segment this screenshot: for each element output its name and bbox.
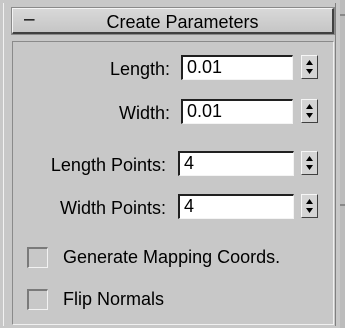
spinner-arrows-icon [306, 60, 313, 74]
length-input[interactable]: 0.01 [181, 55, 293, 80]
param-row-width: Width: [13, 98, 170, 128]
param-row-length: Length: [13, 54, 170, 84]
length-points-spinner[interactable] [301, 151, 318, 175]
param-row-width-points: Width Points: [13, 193, 166, 223]
generate-mapping-coords-label: Generate Mapping Coords. [63, 247, 281, 267]
length-points-label: Length Points: [50, 155, 166, 175]
width-points-spinner[interactable] [301, 194, 318, 218]
generate-mapping-coords-option[interactable]: Generate Mapping Coords. [27, 247, 327, 273]
flip-normals-label: Flip Normals [63, 289, 165, 309]
length-label: Length: [109, 59, 170, 79]
width-label: Width: [118, 103, 170, 123]
length-spinner[interactable] [301, 55, 318, 79]
scroll-tick [340, 14, 345, 16]
rollout-title: Create Parameters [106, 12, 259, 32]
scroll-tick [340, 204, 345, 206]
width-points-input[interactable]: 4 [178, 194, 294, 219]
parameters-group: Length: 0.01 Width: 0.01 Length Points: … [12, 41, 334, 325]
spinner-arrows-icon [306, 104, 313, 118]
width-input[interactable]: 0.01 [181, 99, 293, 124]
spinner-arrows-icon [306, 156, 313, 170]
rollout-panel: – Create Parameters Length: 0.01 Width: … [3, 3, 336, 326]
rollout-header[interactable]: – Create Parameters [11, 7, 335, 35]
generate-mapping-coords-checkbox[interactable] [27, 247, 48, 268]
panel-scrollbar[interactable] [340, 0, 345, 328]
width-points-label: Width Points: [59, 198, 166, 218]
flip-normals-checkbox[interactable] [27, 289, 48, 310]
flip-normals-option[interactable]: Flip Normals [27, 289, 227, 315]
width-spinner[interactable] [301, 99, 318, 123]
length-points-input[interactable]: 4 [178, 151, 294, 176]
param-row-length-points: Length Points: [13, 150, 166, 180]
spinner-arrows-icon [306, 199, 313, 213]
